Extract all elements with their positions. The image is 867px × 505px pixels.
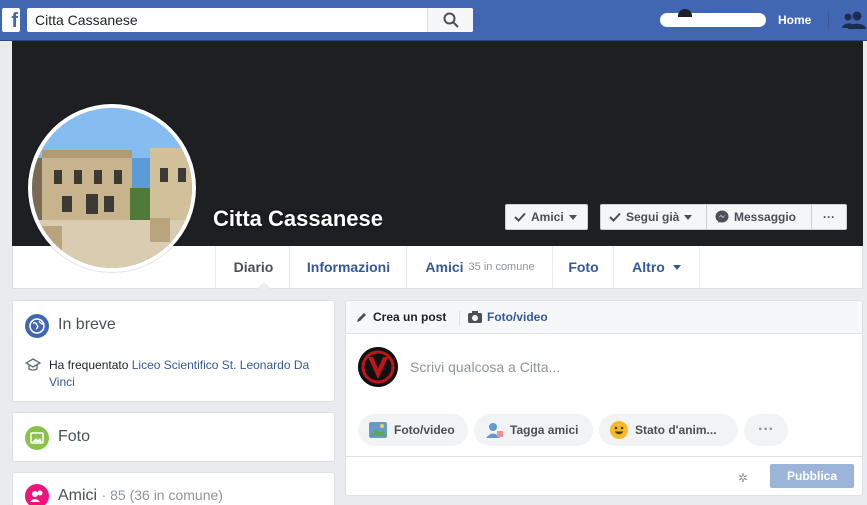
- tab-amici[interactable]: Amici 35 in comune: [406, 246, 553, 288]
- education-info: Ha frequentato Liceo Scientifico St. Leo…: [49, 357, 319, 391]
- search-box: [27, 8, 473, 32]
- pencil-icon: [357, 313, 366, 322]
- publish-button[interactable]: Pubblica: [770, 464, 854, 488]
- profile-photo-image: [32, 108, 192, 268]
- feeling-activity-button[interactable]: Stato d'anim...: [599, 414, 738, 446]
- friends-status-button[interactable]: Amici: [505, 204, 588, 230]
- facebook-logo-icon[interactable]: f: [2, 8, 20, 32]
- tab-informazioni[interactable]: Informazioni: [289, 246, 407, 288]
- message-button[interactable]: Messaggio: [706, 204, 812, 230]
- profile-name: Citta Cassanese: [213, 206, 383, 231]
- checkmark-icon: [514, 212, 526, 222]
- search-input[interactable]: [27, 8, 427, 32]
- tab-foto[interactable]: Foto: [552, 246, 614, 288]
- mutual-friends-count: 35 in comune: [468, 261, 535, 273]
- post-composer: Crea un post Foto/video Scrivi qualcosa …: [345, 300, 863, 496]
- tab-diario[interactable]: Diario: [215, 246, 291, 288]
- camera-icon: [468, 311, 482, 323]
- photos-title[interactable]: Foto: [58, 428, 90, 446]
- tab-photo-video[interactable]: Foto/video: [468, 310, 548, 324]
- tab-label: Amici: [425, 259, 464, 275]
- tag-friends-label: Tagga amici: [510, 423, 579, 437]
- chevron-down-icon: [684, 214, 693, 220]
- photo-icon: [25, 426, 49, 450]
- composer-input[interactable]: Scrivi qualcosa a Citta...: [410, 359, 560, 375]
- settings-icon[interactable]: ✲: [738, 471, 748, 485]
- home-link[interactable]: Home: [778, 13, 811, 27]
- tab-photo-video-label: Foto/video: [487, 310, 548, 324]
- more-icon: ···: [758, 421, 774, 438]
- friend-requests-icon[interactable]: [842, 11, 867, 29]
- more-icon: ···: [823, 210, 835, 224]
- more-options-button[interactable]: ···: [811, 204, 847, 230]
- photo-icon: [369, 422, 387, 438]
- intro-card: In breve Ha frequentato Liceo Scientific…: [12, 300, 335, 402]
- tab-label: Foto: [568, 259, 599, 275]
- chevron-down-icon: [568, 214, 577, 220]
- profile-picture[interactable]: [28, 104, 196, 272]
- friends-status-label: Amici: [531, 210, 564, 224]
- tab-create-post[interactable]: Crea un post: [356, 310, 446, 324]
- tag-friends-button[interactable]: Tagga amici: [474, 414, 593, 446]
- tab-label: Informazioni: [306, 259, 391, 275]
- graduation-cap-icon: [25, 358, 41, 371]
- divider: [459, 311, 460, 325]
- composer-footer: ✲ Pubblica: [346, 456, 862, 495]
- photos-card: Foto: [12, 412, 335, 462]
- tab-altro[interactable]: Altro: [613, 246, 700, 288]
- friends-title: Amici · 85 (36 in comune): [58, 487, 223, 505]
- friends-count: · 85 (36 in comune): [101, 487, 223, 503]
- friends-icon: [25, 484, 49, 505]
- feeling-activity-label: Stato d'anim...: [635, 423, 717, 437]
- redacted-user-name[interactable]: [660, 9, 766, 27]
- more-options-button[interactable]: ···: [744, 414, 788, 446]
- message-label: Messaggio: [734, 210, 797, 224]
- friends-card: Amici · 85 (36 in comune): [12, 472, 335, 505]
- avatar[interactable]: [358, 347, 398, 387]
- friends-title-label[interactable]: Amici: [58, 487, 97, 504]
- divider: [828, 12, 829, 29]
- tab-label: Diario: [233, 259, 274, 275]
- chevron-down-icon: [672, 264, 681, 270]
- globe-icon: [25, 314, 49, 338]
- top-navbar: f Home: [0, 0, 867, 41]
- add-photo-video-label: Foto/video: [394, 423, 455, 437]
- messenger-icon: [715, 210, 729, 223]
- follow-button[interactable]: Segui già: [600, 204, 707, 230]
- composer-tabs: Crea un post Foto/video: [346, 301, 862, 334]
- follow-label: Segui già: [626, 210, 680, 224]
- smiley-icon: [610, 421, 628, 439]
- tab-create-post-label: Crea un post: [373, 310, 447, 324]
- search-button[interactable]: [427, 8, 473, 32]
- search-icon: [443, 12, 459, 28]
- intro-title: In breve: [58, 316, 116, 333]
- active-tab-indicator: [257, 282, 271, 289]
- tag-friends-icon: [486, 423, 503, 438]
- add-photo-video-button[interactable]: Foto/video: [358, 414, 468, 446]
- checkmark-icon: [609, 212, 621, 222]
- education-prefix: Ha frequentato: [49, 358, 129, 372]
- tab-label: Altro: [632, 259, 665, 275]
